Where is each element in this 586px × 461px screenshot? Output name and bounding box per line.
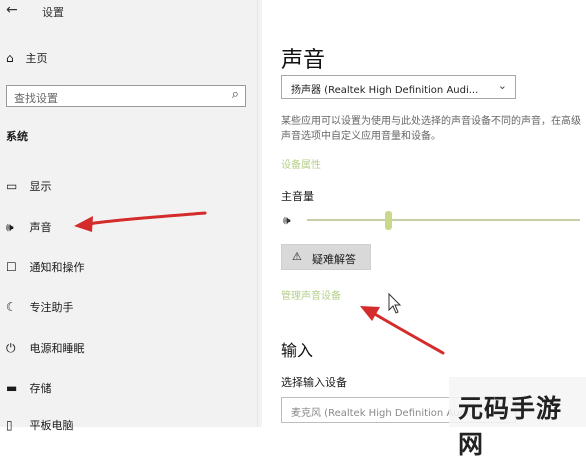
sidebar-item-power[interactable]: ⏻ 电源和睡眠 bbox=[6, 340, 85, 356]
search-input[interactable]: 查找设置 ⌕ bbox=[6, 85, 246, 107]
home-label: 主页 bbox=[25, 52, 48, 65]
sidebar-item-storage[interactable]: ▬ 存储 bbox=[6, 380, 52, 396]
back-arrow-icon[interactable]: ← bbox=[6, 2, 18, 18]
sidebar-scrollbar[interactable] bbox=[257, 0, 258, 427]
device-properties-link[interactable]: 设备属性 bbox=[281, 156, 321, 171]
sidebar: ← 设置 ⌂ 主页 查找设置 ⌕ 系统 ▭ 显示 🕪 声音 ☐ 通知和操作 ☾ … bbox=[0, 0, 262, 432]
warning-icon: ⚠ bbox=[292, 250, 302, 263]
main-panel: 声音 扬声器 (Realtek High Definition Audi... … bbox=[262, 0, 586, 427]
title-bar: ← 设置 bbox=[0, 0, 262, 24]
input-section-title: 输入 bbox=[281, 341, 314, 360]
sidebar-item-focus-assist[interactable]: ☾ 专注助手 bbox=[6, 299, 74, 315]
watermark: 元码手游网 bbox=[458, 394, 563, 459]
chevron-down-icon: ⌄ bbox=[497, 79, 507, 92]
troubleshoot-button[interactable]: ⚠ 疑难解答 bbox=[281, 244, 371, 270]
home-nav[interactable]: ⌂ 主页 bbox=[6, 50, 48, 66]
volume-slider-thumb[interactable] bbox=[385, 211, 393, 230]
sidebar-item-label: 平板电脑 bbox=[29, 419, 74, 432]
sidebar-item-display[interactable]: ▭ 显示 bbox=[6, 178, 52, 194]
section-heading: 系统 bbox=[6, 130, 28, 143]
master-volume-label: 主音量 bbox=[281, 190, 314, 203]
monitor-icon: ▭ bbox=[6, 179, 18, 193]
sidebar-item-label: 专注助手 bbox=[29, 301, 74, 314]
volume-slider-track[interactable] bbox=[307, 219, 580, 221]
power-icon: ⏻ bbox=[6, 341, 16, 355]
moon-icon: ☾ bbox=[6, 300, 17, 314]
manage-sound-devices-link[interactable]: 管理声音设备 bbox=[281, 287, 341, 302]
speaker-icon: 🕪 bbox=[6, 220, 14, 234]
output-device-select[interactable]: 扬声器 (Realtek High Definition Audi... ⌄ bbox=[281, 75, 516, 99]
search-placeholder: 查找设置 bbox=[14, 92, 58, 105]
storage-icon: ▬ bbox=[6, 381, 18, 395]
volume-speaker-icon[interactable]: 🕪 bbox=[283, 213, 291, 228]
search-icon[interactable]: ⌕ bbox=[232, 87, 239, 102]
sidebar-item-label: 存储 bbox=[29, 382, 52, 395]
sidebar-item-label: 声音 bbox=[29, 221, 52, 234]
sidebar-item-label: 通知和操作 bbox=[29, 261, 85, 274]
sidebar-item-label: 显示 bbox=[29, 180, 52, 193]
page-title: 声音 bbox=[281, 48, 326, 73]
output-description: 某些应用可以设置为使用与此处选择的声音设备不同的声音，在高级声音选项中自定义应用… bbox=[281, 116, 581, 142]
sidebar-item-label: 电源和睡眠 bbox=[29, 342, 85, 355]
tablet-icon: ▯ bbox=[6, 418, 13, 432]
input-device-label: 选择输入设备 bbox=[281, 376, 347, 389]
sidebar-item-notifications[interactable]: ☐ 通知和操作 bbox=[6, 259, 85, 275]
sidebar-item-sound[interactable]: 🕪 声音 bbox=[6, 219, 52, 235]
notification-icon: ☐ bbox=[6, 260, 17, 274]
troubleshoot-label: 疑难解答 bbox=[312, 253, 356, 266]
output-device-value: 扬声器 (Realtek High Definition Audi... bbox=[291, 85, 479, 96]
app-title: 设置 bbox=[42, 6, 64, 19]
home-icon: ⌂ bbox=[6, 51, 14, 65]
sidebar-item-tablet[interactable]: ▯ 平板电脑 bbox=[6, 417, 74, 433]
